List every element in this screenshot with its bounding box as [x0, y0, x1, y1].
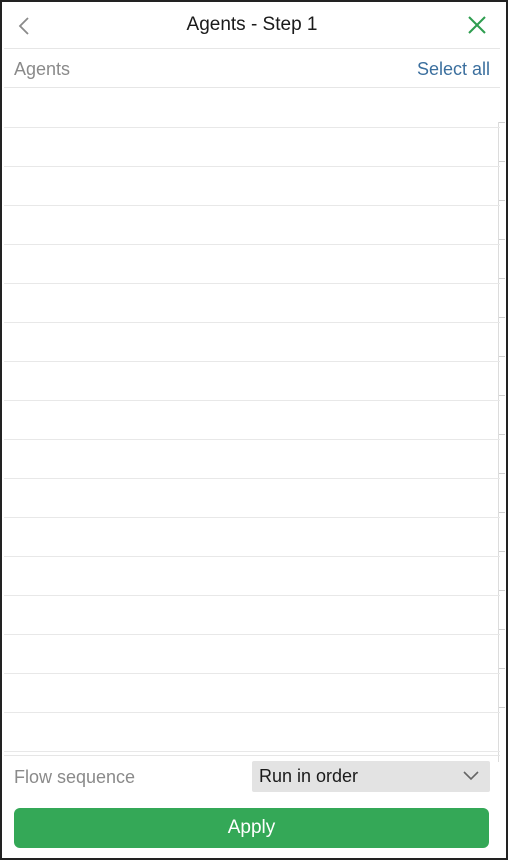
select-all-link[interactable]: Select all: [417, 59, 490, 80]
agent-list-row[interactable]: [4, 674, 500, 713]
agent-list-row[interactable]: [4, 713, 500, 752]
flow-sequence-select[interactable]: Run in order: [252, 761, 490, 792]
agent-list-row[interactable]: [4, 440, 500, 479]
agent-list: [4, 89, 500, 753]
agent-list-row[interactable]: [4, 284, 500, 323]
agent-list-row[interactable]: [4, 323, 500, 362]
agent-list-row[interactable]: [4, 401, 500, 440]
agents-label: Agents: [14, 59, 71, 79]
flow-sequence-label: Flow sequence: [14, 767, 136, 787]
agent-list-row[interactable]: [4, 362, 500, 401]
agent-list-row[interactable]: [4, 89, 500, 128]
close-icon[interactable]: [462, 10, 492, 40]
agents-dialog: Agents - Step 1 Agents Select all Flow s…: [0, 0, 508, 860]
agent-list-row[interactable]: [4, 596, 500, 635]
flow-sequence-row: Flow sequence Run in order: [4, 755, 500, 797]
agent-list-row[interactable]: [4, 245, 500, 284]
chevron-down-icon: [463, 771, 479, 781]
chevron-left-icon[interactable]: [10, 12, 38, 40]
flow-sequence-value: Run in order: [259, 766, 359, 786]
agent-list-row[interactable]: [4, 635, 500, 674]
page-title: Agents - Step 1: [186, 14, 318, 35]
agent-list-row[interactable]: [4, 128, 500, 167]
agent-list-row[interactable]: [4, 518, 500, 557]
agent-list-row[interactable]: [4, 557, 500, 596]
dialog-header: Agents - Step 1: [4, 4, 500, 49]
apply-button[interactable]: Apply: [14, 808, 489, 848]
agents-section-header: Agents Select all: [4, 50, 500, 88]
agent-list-row[interactable]: [4, 479, 500, 518]
agent-list-row[interactable]: [4, 206, 500, 245]
agent-list-row[interactable]: [4, 167, 500, 206]
